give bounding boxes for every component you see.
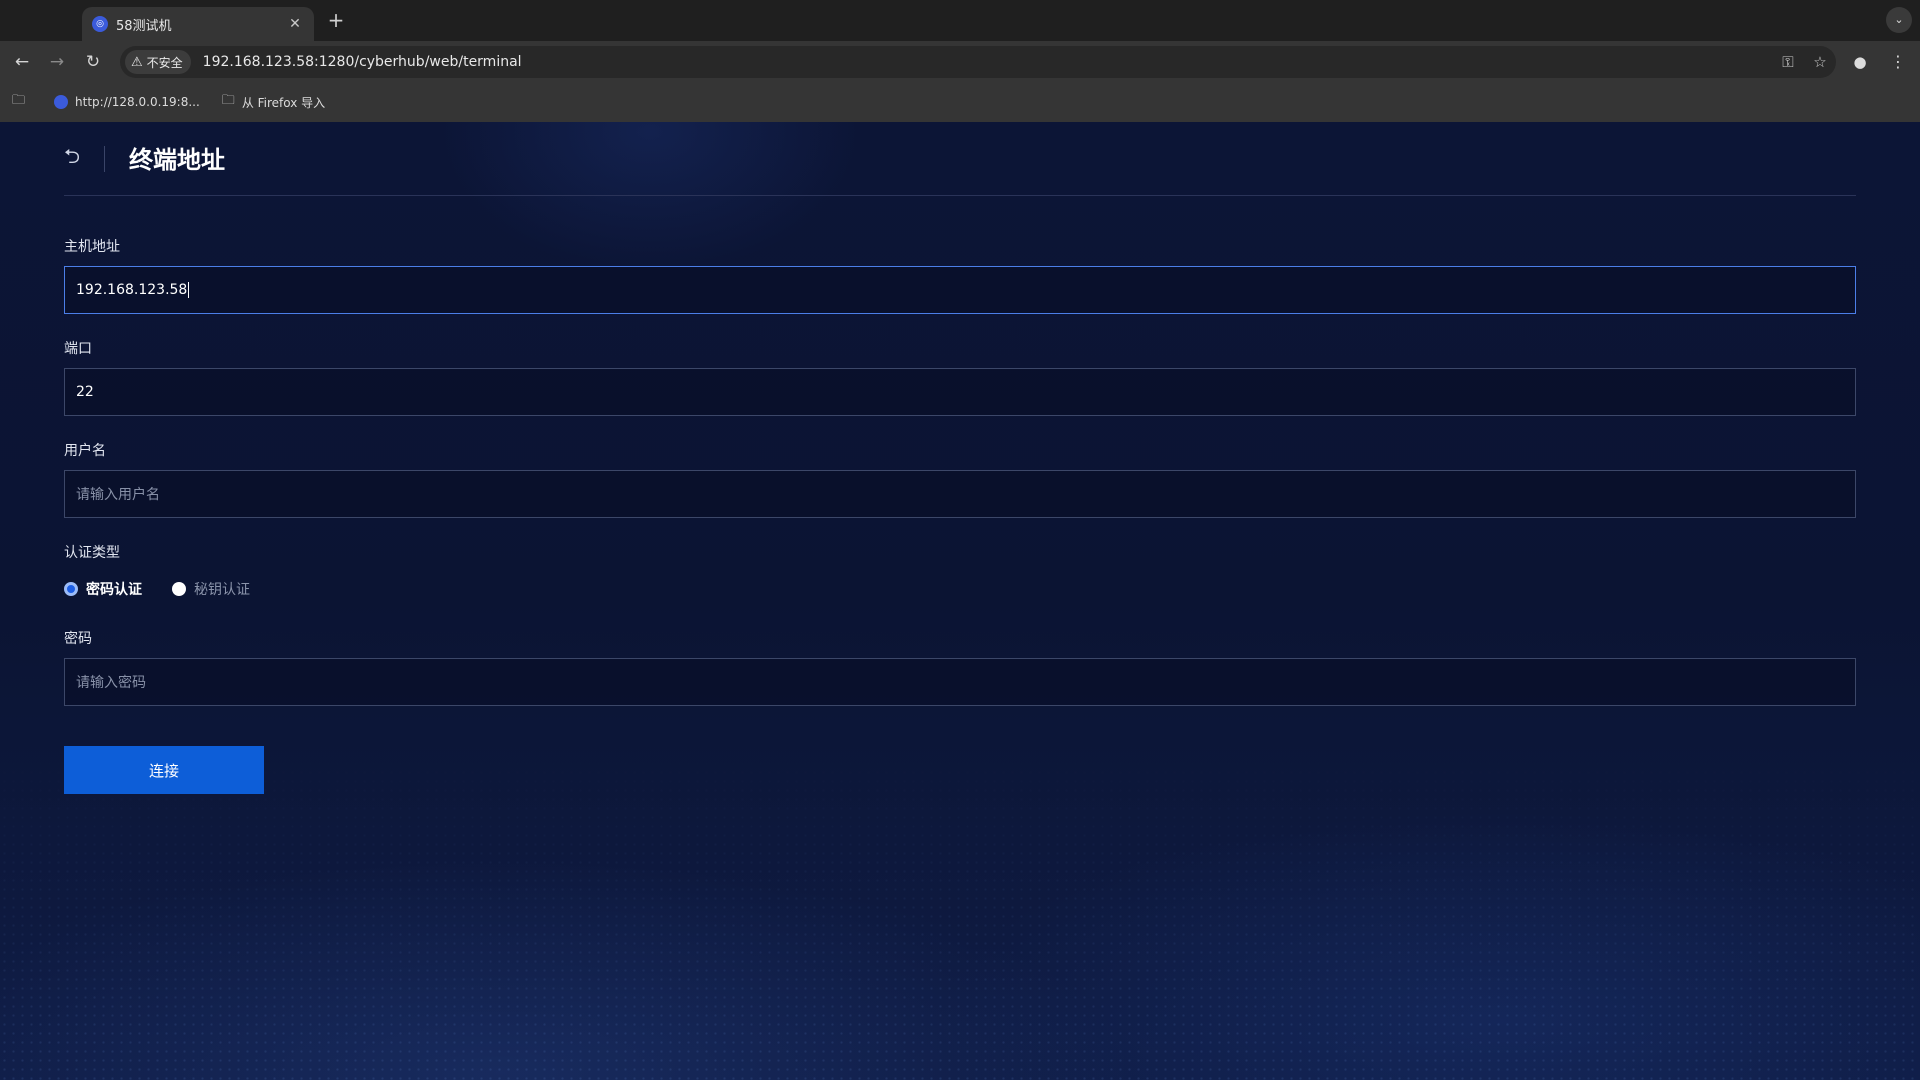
url-text[interactable]: 192.168.123.58:1280/cyberhub/web/termina… bbox=[203, 54, 1772, 70]
security-label: 不安全 bbox=[146, 55, 183, 70]
password-input[interactable]: 请输入密码 bbox=[64, 658, 1856, 706]
bookmark-folder-firefox[interactable]: 🗀 从 Firefox 导入 bbox=[222, 91, 325, 113]
radio-label: 密码认证 bbox=[86, 582, 142, 598]
connect-button[interactable]: 连接 bbox=[64, 746, 264, 794]
username-placeholder: 请输入用户名 bbox=[76, 487, 160, 503]
background-particles bbox=[0, 750, 1920, 1080]
security-indicator[interactable]: ⚠ 不安全 bbox=[125, 50, 191, 74]
host-input[interactable]: 192.168.123.58 bbox=[64, 266, 1856, 314]
page-header: ⮌ 终端地址 bbox=[64, 122, 1856, 196]
bookmark-star-icon[interactable]: ☆ bbox=[1804, 53, 1836, 71]
tab-title: 58测试机 bbox=[116, 18, 172, 34]
bookmark-item[interactable]: http://128.0.0.19:8... bbox=[54, 95, 200, 109]
bookmark-label: 从 Firefox 导入 bbox=[241, 95, 326, 110]
browser-menu-icon[interactable]: ⋮ bbox=[1886, 50, 1910, 74]
auth-type-radio-group: 密码认证 秘钥认证 bbox=[64, 579, 280, 599]
port-value: 22 bbox=[76, 384, 94, 400]
header-divider bbox=[104, 145, 105, 172]
page-title: 终端地址 bbox=[129, 146, 225, 174]
browser-tab[interactable]: ◎ 58测试机 ✕ bbox=[82, 7, 314, 41]
warning-icon: ⚠ bbox=[131, 54, 143, 70]
password-key-icon[interactable]: ⚿ bbox=[1772, 53, 1804, 71]
port-input[interactable]: 22 bbox=[64, 368, 1856, 416]
radio-key-auth[interactable]: 秘钥认证 bbox=[172, 579, 250, 599]
host-label: 主机地址 bbox=[64, 239, 120, 255]
username-label: 用户名 bbox=[64, 443, 106, 459]
back-icon[interactable]: ⮌ bbox=[64, 142, 84, 176]
host-value: 192.168.123.58 bbox=[76, 282, 188, 298]
close-tab-icon[interactable]: ✕ bbox=[286, 16, 304, 32]
password-label: 密码 bbox=[64, 631, 92, 647]
radio-unchecked-icon bbox=[172, 582, 186, 596]
bookmark-label: http://128.0.0.19:8... bbox=[75, 95, 200, 109]
page-content: ⮌ 终端地址 主机地址 192.168.123.58 端口 22 用户名 请输入… bbox=[0, 122, 1920, 1080]
browser-tab-bar: ◎ 58测试机 ✕ + ⌄ bbox=[0, 0, 1920, 41]
port-label: 端口 bbox=[64, 341, 92, 357]
tab-search-chevron-icon[interactable]: ⌄ bbox=[1886, 7, 1912, 33]
reload-icon[interactable]: ↻ bbox=[81, 50, 105, 74]
site-favicon-icon: ◎ bbox=[92, 16, 108, 32]
text-caret bbox=[188, 282, 190, 298]
bookmark-favicon-icon bbox=[54, 95, 69, 109]
radio-label: 秘钥认证 bbox=[194, 582, 250, 598]
forward-arrow-icon[interactable]: → bbox=[45, 50, 69, 74]
radio-password-auth[interactable]: 密码认证 bbox=[64, 579, 142, 599]
browser-toolbar: ← → ↻ ⚠ 不安全 192.168.123.58:1280/cyberhub… bbox=[0, 41, 1920, 82]
radio-checked-icon bbox=[64, 582, 78, 596]
auth-type-label: 认证类型 bbox=[64, 545, 120, 561]
profile-icon[interactable]: ● bbox=[1848, 50, 1872, 74]
password-placeholder: 请输入密码 bbox=[76, 675, 146, 691]
folder-icon: 🗀 bbox=[221, 93, 235, 108]
username-input[interactable]: 请输入用户名 bbox=[64, 470, 1856, 518]
back-arrow-icon[interactable]: ← bbox=[10, 50, 34, 74]
bookmarks-bar: 🗀 http://128.0.0.19:8... 🗀 从 Firefox 导入 bbox=[0, 82, 1920, 122]
bookmarks-folder-icon[interactable]: 🗀 bbox=[12, 91, 32, 113]
address-bar[interactable]: ⚠ 不安全 192.168.123.58:1280/cyberhub/web/t… bbox=[120, 46, 1836, 78]
new-tab-button[interactable]: + bbox=[324, 9, 348, 33]
